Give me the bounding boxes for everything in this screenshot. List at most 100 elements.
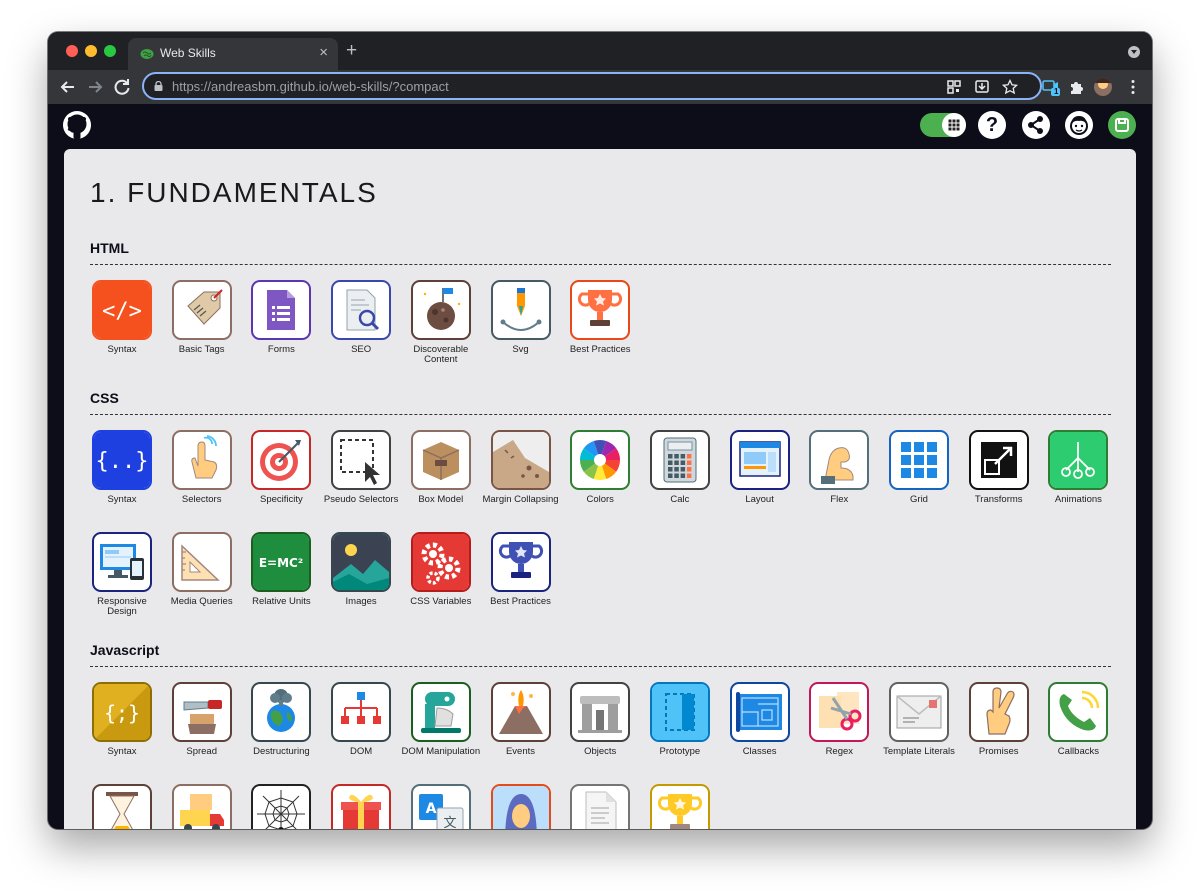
skill-calc[interactable]: Calc bbox=[640, 430, 720, 505]
skill-label: Prototype bbox=[659, 746, 701, 757]
skill-css-variables[interactable]: CSS Variables bbox=[401, 532, 481, 607]
mixer-icon bbox=[410, 682, 471, 742]
reload-icon[interactable] bbox=[110, 75, 134, 99]
skill-label: Flex bbox=[830, 494, 849, 505]
skill-label: Calc bbox=[670, 494, 690, 505]
skill-spread[interactable]: Spread bbox=[162, 682, 242, 757]
skill-transforms[interactable]: Transforms bbox=[959, 430, 1039, 505]
bookmark-star-icon[interactable] bbox=[1002, 79, 1018, 95]
skill-selectors[interactable]: Selectors bbox=[162, 430, 242, 505]
close-window-button[interactable] bbox=[66, 45, 78, 57]
skill-objects[interactable]: Objects bbox=[560, 682, 640, 757]
skill-prototype[interactable]: Prototype bbox=[640, 682, 720, 757]
skill-tile-partial[interactable] bbox=[162, 784, 242, 829]
skill-tile-partial[interactable] bbox=[560, 784, 640, 829]
skill-label: Forms bbox=[267, 344, 295, 355]
skill-forms[interactable]: Forms bbox=[241, 280, 321, 355]
volcano-icon bbox=[490, 682, 551, 742]
skill-relative-units[interactable]: E=MC² Relative Units bbox=[241, 532, 321, 607]
browser-menu-icon[interactable] bbox=[1124, 78, 1142, 96]
skill-label: Pseudo Selectors bbox=[323, 494, 399, 505]
puzzle-extensions-icon[interactable] bbox=[1068, 78, 1086, 96]
skill-syntax[interactable]: {..} Syntax bbox=[82, 430, 162, 505]
skill-basic-tags[interactable]: Basic Tags bbox=[162, 280, 242, 355]
skill-margin-collapsing[interactable]: Margin Collapsing bbox=[481, 430, 561, 505]
skill-responsive-design[interactable]: Responsive Design bbox=[82, 532, 162, 617]
new-tab-button[interactable]: + bbox=[346, 41, 357, 61]
skill-tile-partial[interactable] bbox=[481, 784, 561, 829]
forward-icon[interactable] bbox=[83, 75, 107, 99]
color-wheel-icon bbox=[570, 430, 631, 490]
skill-syntax[interactable]: </> Syntax bbox=[82, 280, 162, 355]
skill-images[interactable]: Images bbox=[321, 532, 401, 607]
github-icon[interactable] bbox=[62, 110, 92, 140]
address-bar[interactable]: https://andreasbm.github.io/web-skills/?… bbox=[142, 72, 1042, 100]
author-avatar-icon[interactable] bbox=[1065, 111, 1093, 139]
help-button[interactable]: ? bbox=[978, 111, 1006, 139]
qr-code-icon[interactable] bbox=[946, 79, 962, 95]
skill-animations[interactable]: Animations bbox=[1038, 430, 1118, 505]
skill-tile-partial[interactable] bbox=[640, 784, 720, 829]
skill-dom[interactable]: DOM bbox=[321, 682, 401, 757]
skill-callbacks[interactable]: Callbacks bbox=[1038, 682, 1118, 757]
skill-promises[interactable]: Promises bbox=[959, 682, 1039, 757]
skill-label: Animations bbox=[1054, 494, 1102, 505]
skill-best-practices[interactable]: Best Practices bbox=[560, 280, 640, 355]
skill-regex[interactable]: Regex bbox=[799, 682, 879, 757]
gears-icon bbox=[410, 532, 471, 592]
collection-icon[interactable] bbox=[1108, 111, 1136, 139]
skill-label: Responsive Design bbox=[97, 596, 147, 617]
blueprint-frame-icon bbox=[649, 682, 710, 742]
skill-tile-partial[interactable] bbox=[321, 784, 401, 829]
skill-template-literals[interactable]: Template Literals bbox=[879, 682, 959, 757]
skill-syntax[interactable]: {;} Syntax bbox=[82, 682, 162, 757]
trophy-icon bbox=[570, 280, 631, 340]
skill-discoverable-content[interactable]: Discoverable Content bbox=[401, 280, 481, 365]
skill-grid[interactable]: Grid bbox=[879, 430, 959, 505]
profile-avatar[interactable] bbox=[1094, 78, 1112, 96]
section-divider bbox=[90, 264, 1111, 265]
page-title: 1. FUNDAMENTALS bbox=[90, 177, 378, 208]
skill-tile-partial[interactable] bbox=[82, 784, 162, 829]
share-icon[interactable] bbox=[1022, 111, 1050, 139]
skill-media-queries[interactable]: Media Queries bbox=[162, 532, 242, 607]
code-brackets-icon: </> bbox=[92, 280, 152, 340]
skill-destructuring[interactable]: Destructuring bbox=[241, 682, 321, 757]
browser-layout-icon bbox=[729, 430, 790, 490]
site-header: ? bbox=[48, 104, 1152, 149]
flexed-arm-icon bbox=[809, 430, 870, 490]
pen-tool-icon bbox=[490, 280, 551, 340]
skill-tile-partial[interactable]: A文 bbox=[401, 784, 481, 829]
skill-events[interactable]: Events bbox=[481, 682, 561, 757]
skill-tile-partial[interactable] bbox=[241, 784, 321, 829]
grid-view-icon bbox=[942, 113, 966, 137]
skill-colors[interactable]: Colors bbox=[560, 430, 640, 505]
browser-tab[interactable]: Web Skills × bbox=[128, 38, 338, 70]
minimize-window-button[interactable] bbox=[85, 45, 97, 57]
skill-classes[interactable]: Classes bbox=[720, 682, 800, 757]
tab-search-icon[interactable] bbox=[1128, 46, 1140, 58]
trophy-icon bbox=[649, 784, 710, 829]
skill-box-model[interactable]: Box Model bbox=[401, 430, 481, 505]
install-app-icon[interactable] bbox=[974, 79, 990, 95]
skill-pseudo-selectors[interactable]: Pseudo Selectors bbox=[321, 430, 401, 505]
compact-mode-toggle[interactable] bbox=[920, 113, 966, 137]
back-icon[interactable] bbox=[56, 75, 80, 99]
skill-flex[interactable]: Flex bbox=[799, 430, 879, 505]
skill-label: DOM bbox=[350, 746, 373, 757]
skill-label: Margin Collapsing bbox=[482, 494, 559, 505]
skill-specificity[interactable]: Specificity bbox=[241, 430, 321, 505]
skill-seo[interactable]: SEO bbox=[321, 280, 401, 355]
skill-dom-manipulation[interactable]: DOM Manipulation bbox=[401, 682, 481, 757]
skill-best-practices[interactable]: Best Practices bbox=[481, 532, 561, 607]
maximize-window-button[interactable] bbox=[104, 45, 116, 57]
close-tab-icon[interactable]: × bbox=[319, 44, 328, 62]
skill-layout[interactable]: Layout bbox=[720, 430, 800, 505]
skill-label: Best Practices bbox=[569, 344, 631, 355]
skill-label: Events bbox=[505, 746, 536, 757]
skill-svg[interactable]: Svg bbox=[481, 280, 561, 355]
skill-label: Spread bbox=[186, 746, 217, 757]
landslide-icon bbox=[490, 430, 551, 490]
semicolon-braces-icon: {;} bbox=[92, 682, 152, 742]
skill-label: Grid bbox=[910, 494, 928, 505]
